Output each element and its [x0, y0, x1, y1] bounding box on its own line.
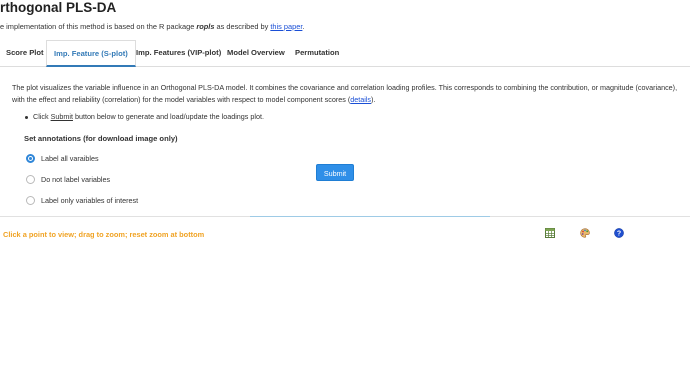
intro-prefix: e implementation of this method is based… — [0, 22, 197, 31]
tab-score-plot[interactable]: Score Plot — [6, 40, 44, 65]
tab-imp-features-vip[interactable]: Imp. Features (VIP-plot) — [136, 40, 221, 65]
table-icon[interactable] — [545, 228, 555, 238]
package-name: ropls — [196, 22, 215, 31]
radio-label-interest[interactable]: Label only variables of interest — [26, 194, 138, 206]
radio-label-text: Label all varaibles — [41, 153, 99, 163]
bullet-dot — [25, 115, 28, 119]
tab-bar: Score Plot Imp. Feature (S-plot) Imp. Fe… — [0, 40, 690, 67]
details-link[interactable]: details — [350, 95, 371, 104]
radio-label-text: Label only variables of interest — [41, 195, 139, 205]
help-icon[interactable]: ? — [614, 228, 624, 238]
palette-icon[interactable] — [580, 228, 590, 238]
intro-text: e implementation of this method is based… — [0, 22, 304, 32]
plot-hint: Click a point to view; drag to zoom; res… — [3, 230, 205, 239]
divider-accent — [250, 216, 490, 217]
radio-label-all[interactable]: Label all varaibles — [26, 152, 99, 164]
svg-text:?: ? — [617, 231, 621, 238]
page: rthogonal PLS-DA e implementation of thi… — [0, 0, 690, 384]
paper-link[interactable]: this paper — [270, 22, 302, 31]
radio-button[interactable] — [26, 195, 35, 205]
bullet-submit-word: Submit — [50, 112, 73, 121]
radio-label-text: Do not label variables — [41, 174, 111, 184]
tab-model-overview[interactable]: Model Overview — [227, 40, 285, 65]
page-title: rthogonal PLS-DA — [0, 0, 117, 15]
bullet-suffix: button below to generate and load/update… — [72, 112, 264, 121]
submit-button[interactable]: Submit — [316, 164, 354, 181]
radio-button[interactable] — [26, 174, 35, 184]
annotations-heading: Set annotations (for download image only… — [24, 134, 178, 143]
description-text: The plot visualizes the variable influen… — [12, 83, 678, 104]
splot-description: The plot visualizes the variable influen… — [12, 82, 684, 105]
intro-suffix: . — [302, 22, 305, 31]
radio-button-checked[interactable] — [26, 153, 35, 163]
tab-permutation[interactable]: Permutation — [295, 40, 339, 65]
section-divider — [0, 216, 690, 217]
tab-imp-feature-splot[interactable]: Imp. Feature (S-plot) — [46, 40, 136, 67]
description-end: ). — [371, 94, 376, 104]
intro-mid: as described by — [214, 22, 271, 31]
instruction-bullet: Click Submit button below to generate an… — [25, 112, 264, 122]
bullet-prefix: Click — [33, 112, 51, 121]
radio-label-none[interactable]: Do not label variables — [26, 173, 110, 185]
